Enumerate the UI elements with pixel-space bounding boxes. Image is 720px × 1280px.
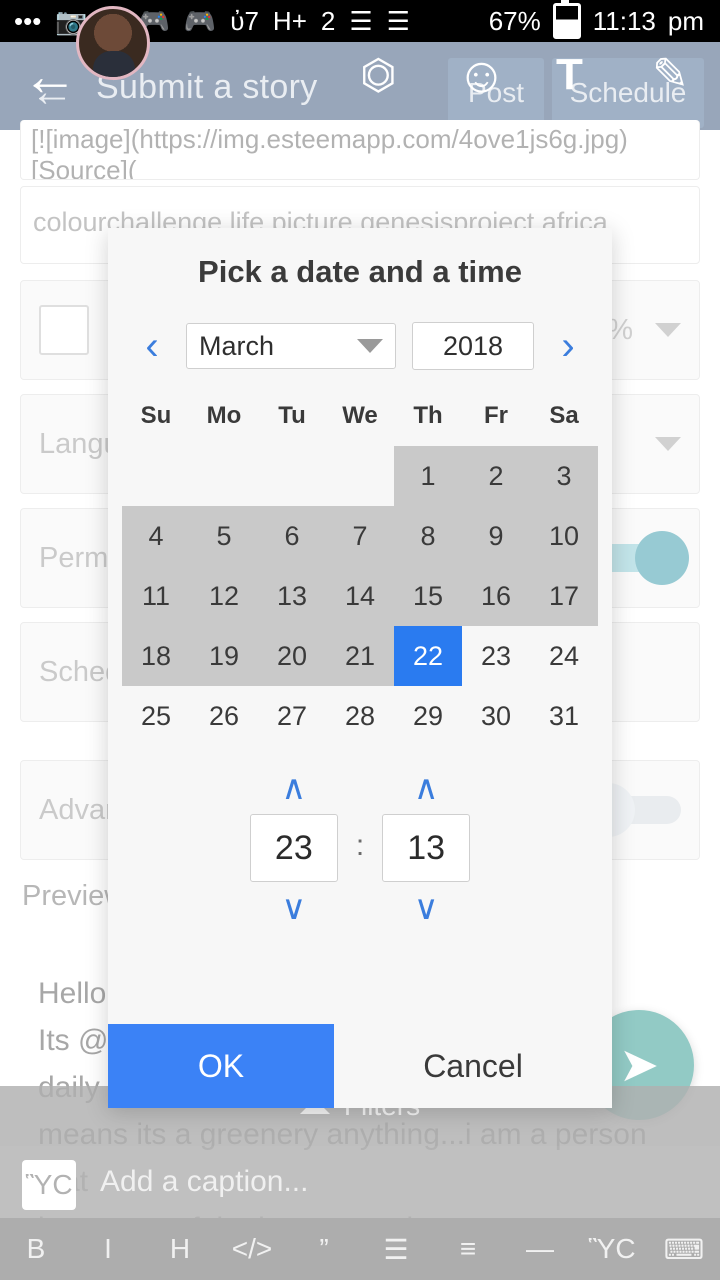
calendar-days: 1 2 3 4 5 6 7 8 9 10 11 12 13 14 15 16 1… [122, 446, 598, 746]
calendar: Su Mo Tu We Th Fr Sa 1 2 3 4 5 6 7 8 9 1… [108, 392, 612, 746]
avatar [76, 6, 150, 80]
time-picker: ∧ 23 ∨ : ∧ 13 ∨ [108, 771, 612, 925]
minute-column: ∧ 13 ∨ [382, 771, 471, 925]
calendar-day[interactable]: 28 [326, 686, 394, 746]
month-year-header: ‹ March 2018 › [108, 322, 612, 370]
calendar-day[interactable]: 8 [394, 506, 462, 566]
date-time-picker-dialog: Pick a date and a time ‹ March 2018 › Su… [108, 228, 612, 1108]
signal-icon: ☰ [349, 6, 373, 36]
calendar-day[interactable]: 16 [462, 566, 530, 626]
prev-month-icon[interactable]: ‹ [134, 326, 170, 366]
calendar-day[interactable]: 2 [462, 446, 530, 506]
clock-meridiem: pm [667, 6, 704, 36]
month-value: March [199, 330, 275, 361]
calendar-day [258, 446, 326, 506]
minute-decrement-icon[interactable]: ∨ [414, 891, 439, 925]
status-right: 67% 11:13 pm [488, 0, 720, 39]
dow-fr: Fr [484, 402, 508, 429]
dow-sa: Sa [549, 402, 579, 429]
calendar-day[interactable]: 29 [394, 686, 462, 746]
sim-2-icon: 2 [320, 6, 336, 36]
dots-icon: ••• [14, 6, 42, 36]
ok-button[interactable]: OK [108, 1024, 334, 1108]
calendar-day[interactable]: 6 [258, 506, 326, 566]
calendar-day[interactable]: 30 [462, 686, 530, 746]
calendar-day[interactable]: 21 [326, 626, 394, 686]
hour-column: ∧ 23 ∨ [249, 771, 338, 925]
mute-icon: ὐ7 [230, 6, 259, 36]
signal-icon-2: ☰ [386, 6, 410, 36]
calendar-day [122, 446, 190, 506]
status-left-icons: ••• 📷 ✉ 🎮 🎮 ὐ7 H+ 2 ☰ ☰ [0, 8, 410, 34]
calendar-day[interactable]: 23 [462, 626, 530, 686]
hour-input[interactable]: 23 [249, 814, 338, 882]
month-select[interactable]: March [186, 323, 396, 369]
calendar-day[interactable]: 19 [190, 626, 258, 686]
hplus-network-icon: H+ [272, 6, 307, 36]
hour-increment-icon[interactable]: ∧ [281, 771, 306, 805]
calendar-day[interactable]: 5 [190, 506, 258, 566]
dow-su: Su [140, 402, 172, 429]
calendar-day[interactable]: 7 [326, 506, 394, 566]
calendar-day[interactable]: 17 [530, 566, 598, 626]
calendar-day[interactable]: 18 [122, 626, 190, 686]
battery-percent: 67% [488, 6, 541, 36]
dialog-title: Pick a date and a time [198, 254, 522, 289]
minute-increment-icon[interactable]: ∧ [414, 771, 439, 805]
calendar-day[interactable]: 20 [258, 626, 326, 686]
pen-icon[interactable]: ✎ [652, 50, 689, 100]
calendar-day-selected[interactable]: 22 [394, 626, 462, 686]
calendar-day[interactable]: 26 [190, 686, 258, 746]
calendar-dow-row: Su Mo Tu We Th Fr Sa [122, 392, 598, 446]
calendar-day[interactable]: 13 [258, 566, 326, 626]
calendar-day[interactable]: 3 [530, 446, 598, 506]
chevron-down-icon [357, 339, 383, 353]
calendar-day[interactable]: 9 [462, 506, 530, 566]
hour-decrement-icon[interactable]: ∨ [281, 891, 306, 925]
dow-we: We [342, 402, 378, 429]
calendar-day[interactable]: 31 [530, 686, 598, 746]
editor-back-icon[interactable]: ← [22, 46, 78, 106]
year-input[interactable]: 2018 [412, 322, 534, 370]
calendar-day[interactable]: 27 [258, 686, 326, 746]
text-icon[interactable]: T [556, 50, 583, 100]
calendar-day[interactable]: 14 [326, 566, 394, 626]
screen-root: ← Submit a story Post Schedule [![image]… [0, 0, 720, 1280]
game-icon-2: 🎮 [183, 6, 217, 36]
calendar-day[interactable]: 25 [122, 686, 190, 746]
smiley-icon[interactable]: ☺ [456, 50, 507, 100]
dow-tu: Tu [278, 402, 306, 429]
dow-th: Th [413, 402, 443, 429]
dow-mo: Mo [206, 402, 242, 429]
calendar-day[interactable]: 12 [190, 566, 258, 626]
cancel-button[interactable]: Cancel [334, 1024, 612, 1108]
next-month-icon[interactable]: › [550, 326, 586, 366]
calendar-day[interactable]: 4 [122, 506, 190, 566]
calendar-day[interactable]: 1 [394, 446, 462, 506]
calendar-day[interactable]: 24 [530, 626, 598, 686]
calendar-day [326, 446, 394, 506]
clock: 11:13 [592, 6, 656, 36]
time-separator: : [355, 829, 365, 862]
calendar-day[interactable]: 11 [122, 566, 190, 626]
minute-input[interactable]: 13 [382, 814, 471, 882]
calendar-day [190, 446, 258, 506]
calendar-day[interactable]: 10 [530, 506, 598, 566]
battery-icon [552, 0, 581, 39]
dialog-actions: OK Cancel [108, 1024, 612, 1108]
calendar-day[interactable]: 15 [394, 566, 462, 626]
crop-icon[interactable]: ⏣ [360, 50, 397, 100]
